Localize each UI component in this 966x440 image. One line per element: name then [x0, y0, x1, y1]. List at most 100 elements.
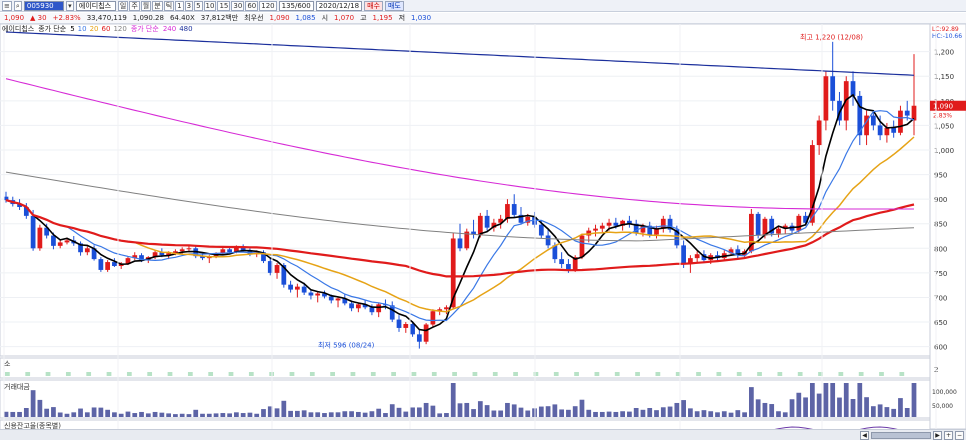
timeframe-button-7[interactable]: 5 [194, 0, 203, 11]
main-panel-frame [0, 24, 931, 357]
volume-bar-25 [173, 414, 178, 417]
volume-bar-94 [640, 409, 646, 417]
timeframe-button-5[interactable]: 1 [175, 0, 184, 11]
buy-button[interactable]: 매수 [364, 0, 383, 11]
best-ask: 1,090 [269, 14, 290, 22]
price-chart[interactable]: 1,2001,1501,1001,0501,000950900850800750… [0, 24, 966, 429]
volume-bar-126 [857, 383, 863, 417]
volume-bar-88 [599, 411, 605, 417]
volume-bar-33 [227, 413, 232, 417]
scroll-thumb[interactable] [871, 431, 931, 439]
sell-button[interactable]: 매도 [384, 0, 404, 11]
zoom-in-icon[interactable]: + [944, 430, 953, 440]
search-icon[interactable]: ⌕ [13, 0, 22, 11]
volume-bar-43 [295, 410, 300, 417]
timeframe-button-1[interactable]: 주 [129, 0, 140, 11]
volume-bar-58 [396, 407, 402, 417]
volume-bar-30 [206, 413, 212, 417]
indicator-bar-84 [574, 372, 579, 376]
timeframe-button-10[interactable]: 30 [231, 0, 245, 11]
indicator-bar-18 [126, 372, 132, 376]
candle-body-75 [511, 204, 517, 215]
indicator-bar-21 [147, 372, 153, 376]
candle-body-44 [301, 286, 307, 293]
indicator-bar-15 [106, 372, 112, 376]
indicator-bar-87 [594, 372, 600, 376]
volume-bar-4 [30, 390, 36, 417]
scroll-left-icon[interactable]: ◀ [860, 430, 869, 440]
volume-bar-49 [335, 412, 341, 417]
candle-body-8 [57, 242, 63, 246]
indicator-bar-126 [858, 372, 864, 376]
candle-count-field[interactable]: 135/600 [278, 0, 314, 11]
indicator-bar-93 [635, 372, 640, 376]
zoom-out-icon[interactable]: − [955, 430, 964, 440]
timeframe-button-2[interactable]: 월 [140, 0, 152, 11]
scroll-right-icon[interactable]: ▶ [933, 430, 942, 440]
change-value: ▲ 30 [30, 14, 47, 22]
open-label: 시 [321, 14, 329, 22]
candle-body-12 [84, 248, 90, 253]
candle-body-125 [850, 81, 856, 96]
change-percent: +2.83% [52, 14, 81, 22]
high-label: 고 [360, 14, 367, 22]
date-field[interactable]: 2020/12/18 [315, 0, 363, 11]
candle-body-40 [274, 265, 280, 273]
timeframe-button-11[interactable]: 60 [245, 0, 259, 11]
indicator-bar-66 [452, 372, 457, 376]
volume-bar-87 [593, 411, 598, 417]
volume-bar-54 [369, 411, 375, 417]
candle-body-82 [559, 259, 565, 265]
stock-search-button[interactable]: ▾ [65, 0, 74, 11]
candle-body-51 [349, 303, 354, 309]
volume-bar-46 [315, 412, 321, 417]
indicator-bar-42 [289, 372, 295, 376]
menu-button[interactable]: ≡ [2, 0, 12, 11]
volume-bar-40 [274, 408, 280, 417]
candle-body-102 [694, 254, 700, 259]
volume-bar-36 [247, 412, 253, 417]
candle-body-131 [891, 127, 897, 133]
volume-bar-86 [586, 409, 592, 417]
volume-bar-42 [288, 410, 293, 417]
volume-value: 33,470,119 [86, 14, 127, 22]
volume-bar-132 [898, 398, 903, 417]
timeframe-button-9[interactable]: 15 [217, 0, 231, 11]
timeframe-button-6[interactable]: 3 [184, 0, 194, 11]
volume-bar-3 [23, 408, 29, 417]
y-tick-1000: 1,000 [934, 147, 954, 155]
candle-body-46 [315, 293, 321, 296]
volume-bar-131 [891, 408, 897, 417]
volume-bar-102 [694, 411, 700, 417]
indicator-bar-123 [838, 372, 844, 376]
volume-label: 거래대금 [4, 382, 30, 391]
timeframe-button-12[interactable]: 120 [259, 0, 277, 11]
indicator-bar-108 [736, 372, 742, 376]
timeframe-button-3[interactable]: 분 [152, 0, 163, 11]
indicator-bar-111 [757, 372, 762, 376]
volume-bar-1 [10, 411, 16, 417]
indicator-bar-6 [45, 372, 51, 376]
volume-bar-101 [688, 408, 693, 417]
stock-code-input[interactable]: 005930 [23, 0, 64, 11]
indicator-bar-3 [25, 372, 31, 376]
timeframe-button-8[interactable]: 10 [203, 0, 217, 11]
indicator-bar-48 [330, 372, 335, 376]
legend-ma-60: 60 [101, 25, 111, 33]
horizontal-scrollbar[interactable]: ◀ ▶ + − [0, 429, 966, 440]
indicator-bar-0 [5, 372, 10, 376]
volume-bar-34 [234, 412, 239, 417]
candle-body-74 [505, 204, 510, 219]
volume-bar-69 [471, 409, 476, 417]
volume-bar-66 [450, 383, 456, 417]
volume-bar-119 [809, 383, 815, 417]
volume-bar-100 [681, 400, 686, 417]
candle-body-42 [288, 284, 293, 290]
indicator-bar-78 [533, 372, 539, 376]
indicator-bar-33 [228, 372, 234, 376]
timeframe-button-0[interactable]: 일 [117, 0, 129, 11]
timeframe-button-4[interactable]: 틱 [163, 0, 175, 11]
volume-bar-74 [505, 402, 510, 417]
volume-bar-12 [84, 412, 90, 417]
stock-name-field[interactable]: 에이디칩스 [75, 0, 116, 11]
